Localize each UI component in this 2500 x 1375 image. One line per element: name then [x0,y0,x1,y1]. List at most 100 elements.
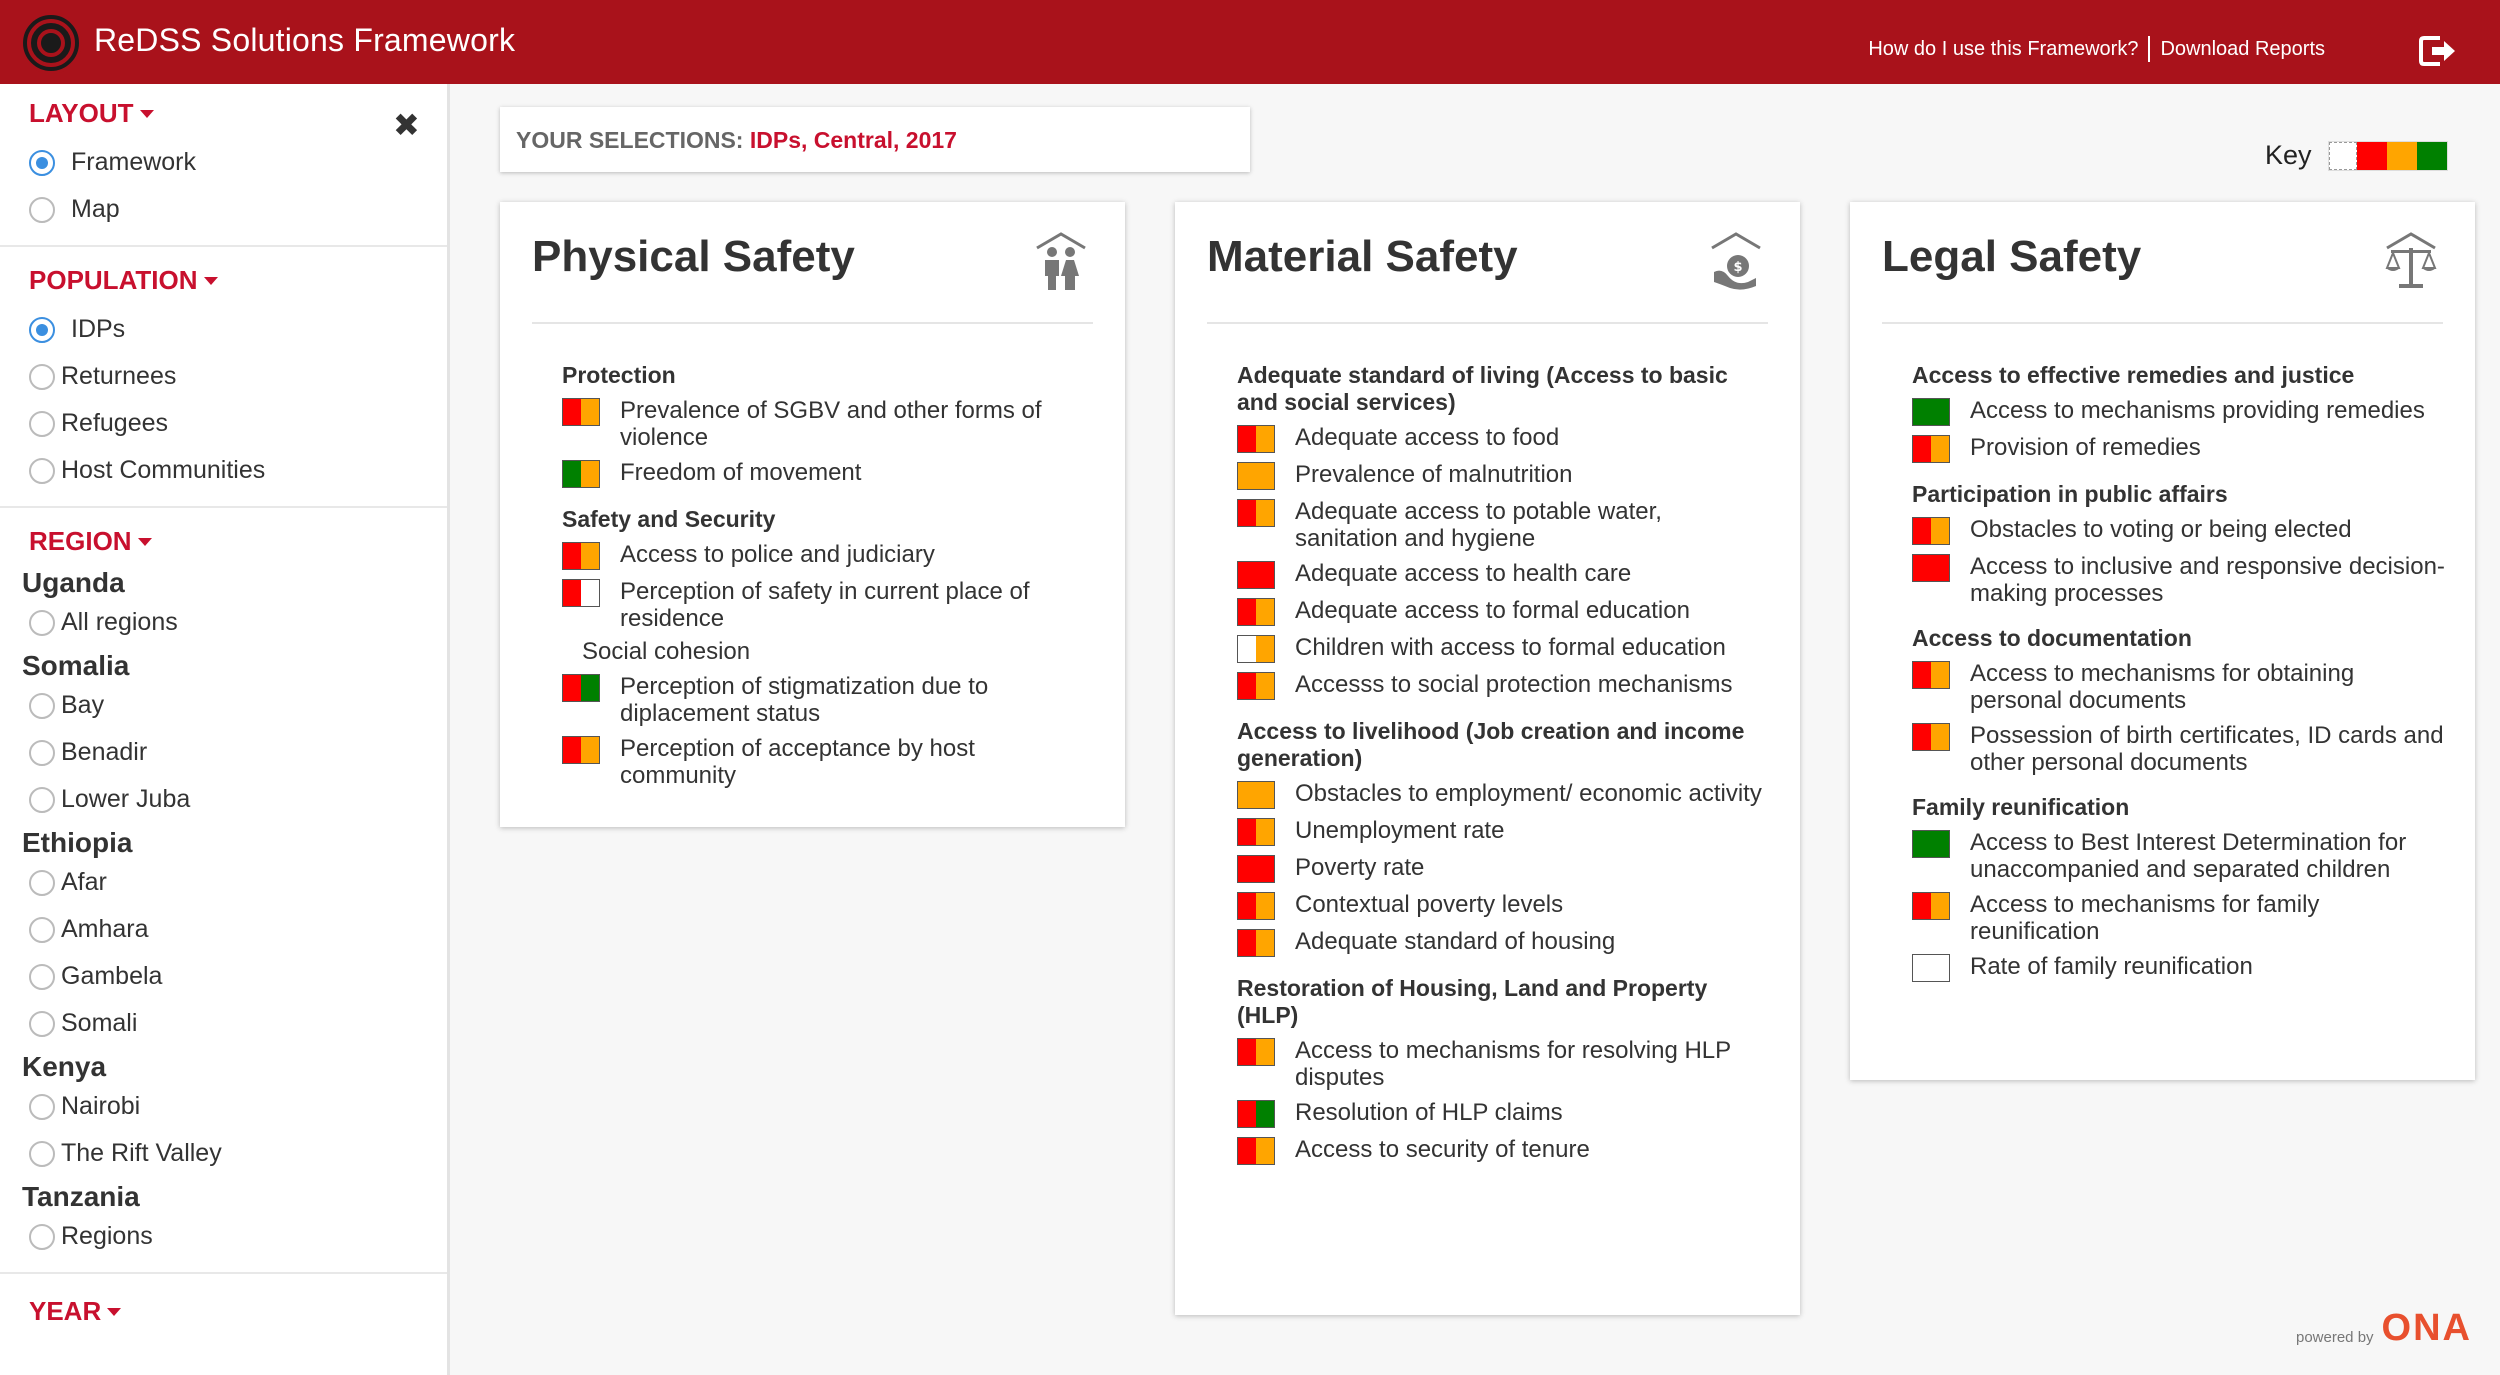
radio-button-icon[interactable] [29,1010,55,1037]
app-header: ReDSS Solutions Framework How do I use t… [0,0,2500,84]
year-dropdown[interactable]: YEAR [0,1296,447,1327]
indicator-status-swatch[interactable] [1237,781,1275,809]
radio-button-icon[interactable] [29,739,55,766]
how-to-use-link[interactable]: How do I use this Framework? [1868,38,2138,61]
status-red [1256,562,1274,588]
radio-returnees[interactable]: Returnees [0,353,447,400]
status-orange [1931,893,1949,919]
indicator-status-swatch[interactable] [1237,462,1275,490]
indicator-status-swatch[interactable] [1912,954,1950,982]
indicator-status-swatch[interactable] [1237,499,1275,527]
radio-amhara[interactable]: Amhara [0,906,447,953]
filter-sidebar: ✖ LAYOUT Framework Map POPULATION IDPs Ret… [0,84,450,1375]
indicator-status-swatch[interactable] [1237,1137,1275,1165]
radio-button-icon[interactable] [29,363,55,390]
indicator-label: Adequate access to food [1295,424,1560,451]
indicator-status-swatch[interactable] [562,398,600,426]
indicator-row: Adequate access to formal education [1237,597,1770,626]
download-reports-link[interactable]: Download Reports [2160,38,2325,61]
radio-button-icon[interactable] [29,916,55,943]
radio-button-icon[interactable] [29,410,55,437]
indicator-status-swatch[interactable] [1912,661,1950,689]
radio-benadir[interactable]: Benadir [0,729,447,776]
radio-label: Somali [61,1009,138,1037]
indicator-status-swatch[interactable] [1237,425,1275,453]
indicator-label: Adequate access to formal education [1295,597,1690,624]
indicator-status-swatch[interactable] [562,542,600,570]
radio-nairobi[interactable]: Nairobi [0,1083,447,1130]
header-links: How do I use this Framework? Download Re… [1868,36,2325,62]
indicator-status-swatch[interactable] [1237,1038,1275,1066]
radio-button-icon[interactable] [29,457,55,484]
app-title: ReDSS Solutions Framework [94,22,516,58]
indicator-label: Resolution of HLP claims [1295,1099,1563,1126]
indicator-status-swatch[interactable] [562,579,600,607]
indicator-status-swatch[interactable] [1912,723,1950,751]
region-dropdown[interactable]: REGION [0,526,447,557]
indicator-row: Adequate access to health care [1237,560,1770,589]
indicator-status-swatch[interactable] [1237,635,1275,663]
status-orange [1256,636,1274,662]
radio-button-icon[interactable] [29,609,55,636]
indicator-status-swatch[interactable] [1912,892,1950,920]
indicator-label: Rate of family reunification [1970,953,2253,980]
header-link-divider [2148,36,2151,62]
card-divider [1882,322,2443,324]
indicator-status-swatch[interactable] [562,460,600,488]
radio-idps[interactable]: IDPs [0,306,447,353]
radio-label: IDPs [71,315,126,343]
indicator-label: Access to security of tenure [1295,1136,1590,1163]
radio-the-rift-valley[interactable]: The Rift Valley [0,1130,447,1177]
indicator-status-swatch[interactable] [1237,929,1275,957]
radio-button-icon[interactable] [29,196,55,223]
indicator-row: Access to mechanisms for resolving HLP d… [1237,1037,1770,1091]
radio-regions[interactable]: Regions [0,1213,447,1260]
radio-all-regions[interactable]: All regions [0,599,447,646]
radio-map[interactable]: Map [0,186,447,233]
radio-label: Bay [61,691,105,719]
indicator-status-swatch[interactable] [1912,435,1950,463]
indicator-status-swatch[interactable] [1237,892,1275,920]
status-orange [1238,782,1256,808]
close-icon[interactable]: ✖ [393,106,420,144]
radio-button-icon[interactable] [29,786,55,813]
logout-icon[interactable] [2418,34,2458,68]
radio-label: All regions [61,608,178,636]
indicator-status-swatch[interactable] [1912,554,1950,582]
layout-dropdown[interactable]: LAYOUT [0,98,447,129]
indicator-status-swatch[interactable] [1237,818,1275,846]
radio-afar[interactable]: Afar [0,859,447,906]
radio-button-icon[interactable] [29,1223,55,1250]
indicator-label: Provision of remedies [1970,434,2201,461]
scales-icon [2385,232,2437,288]
selections-value: IDPs, Central, 2017 [749,127,957,153]
radio-button-icon[interactable] [29,1093,55,1120]
radio-framework[interactable]: Framework [0,139,447,186]
indicator-status-swatch[interactable] [1237,672,1275,700]
radio-somali[interactable]: Somali [0,1000,447,1047]
indicator-status-swatch[interactable] [1912,517,1950,545]
indicator-row: Freedom of movement [562,459,1095,488]
radio-host-communities[interactable]: Host Communities [0,447,447,494]
indicator-status-swatch[interactable] [562,674,600,702]
radio-button-icon[interactable] [29,692,55,719]
indicator-status-swatch[interactable] [1237,598,1275,626]
radio-button-icon[interactable] [29,1140,55,1167]
indicator-status-swatch[interactable] [1912,398,1950,426]
radio-refugees[interactable]: Refugees [0,400,447,447]
radio-button-icon[interactable] [29,869,55,896]
population-dropdown[interactable]: POPULATION [0,265,447,296]
indicator-status-swatch[interactable] [1912,830,1950,858]
indicator-status-swatch[interactable] [1237,561,1275,589]
radio-button-icon[interactable] [29,149,55,176]
radio-lower-juba[interactable]: Lower Juba [0,776,447,823]
indicator-status-swatch[interactable] [562,736,600,764]
radio-label: Afar [61,868,107,896]
legal-safety-card: Legal Safety Access to effective remedie… [1850,202,2475,1080]
radio-bay[interactable]: Bay [0,682,447,729]
radio-gambela[interactable]: Gambela [0,953,447,1000]
indicator-status-swatch[interactable] [1237,1100,1275,1128]
radio-button-icon[interactable] [29,963,55,990]
indicator-status-swatch[interactable] [1237,855,1275,883]
radio-button-icon[interactable] [29,316,55,343]
